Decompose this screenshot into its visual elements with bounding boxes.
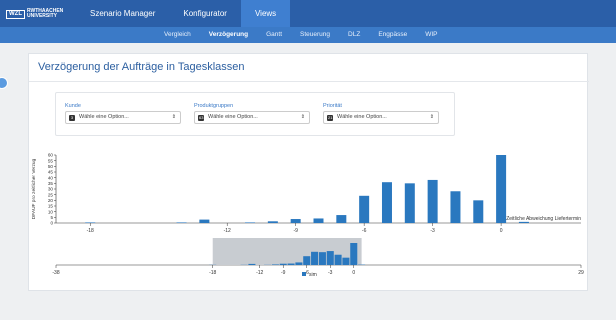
tab-dlz[interactable]: DLZ bbox=[339, 27, 369, 43]
y-axis-title: DFAUF pro zeitlicher Verzug bbox=[31, 158, 37, 219]
topnav-konfigurator[interactable]: Konfigurator bbox=[169, 0, 241, 27]
y-tick-label: 45 bbox=[48, 170, 54, 175]
topnav-views[interactable]: Views bbox=[240, 0, 291, 27]
y-tick-label: 25 bbox=[48, 192, 54, 197]
navigator-bar bbox=[311, 251, 319, 265]
navigator-tick-label: 0 bbox=[352, 270, 355, 276]
tab-vergleich[interactable]: Vergleich bbox=[155, 27, 200, 43]
content-card: Verzögerung der Aufträge in Tagesklassen… bbox=[28, 53, 589, 291]
chart-bar[interactable] bbox=[518, 221, 529, 223]
logo-text: RWTHAACHEN UNIVERSITY bbox=[27, 8, 64, 19]
chart-bar[interactable] bbox=[245, 222, 256, 223]
sidebar-toggle-handle[interactable] bbox=[0, 77, 8, 89]
chart-bar[interactable] bbox=[267, 221, 278, 223]
chart-bar[interactable] bbox=[427, 179, 438, 223]
chart-bar[interactable] bbox=[336, 215, 347, 223]
delay-chart: 051015202530354045505560DFAUF pro zeitli… bbox=[31, 153, 584, 278]
topnav-items: Szenario Manager Konfigurator Views bbox=[76, 0, 291, 27]
tab-steuerung[interactable]: Steuerung bbox=[291, 27, 339, 43]
y-tick-label: 5 bbox=[50, 215, 53, 220]
navigator-bar bbox=[326, 251, 334, 265]
sub-navigation-bar: Vergleich Verzögerung Gantt Steuerung DL… bbox=[0, 27, 616, 43]
subnav-items: Vergleich Verzögerung Gantt Steuerung DL… bbox=[155, 27, 447, 43]
chart-bar[interactable] bbox=[176, 222, 187, 223]
legend-swatch bbox=[302, 272, 306, 276]
navigator-bar bbox=[303, 256, 311, 265]
navigator-tick-label: -12 bbox=[256, 270, 263, 276]
chart-bar[interactable] bbox=[290, 219, 301, 223]
chart-bar[interactable] bbox=[496, 155, 507, 223]
y-tick-label: 20 bbox=[48, 198, 54, 203]
x-axis-title: Zeitliche Abweichung Liefertermin bbox=[506, 216, 581, 222]
chart-bar[interactable] bbox=[381, 182, 392, 223]
chart-bar[interactable] bbox=[473, 200, 484, 223]
navigator-tick-label: 29 bbox=[578, 270, 584, 276]
navigator-bar bbox=[318, 252, 326, 265]
tab-gantt[interactable]: Gantt bbox=[257, 27, 291, 43]
navigator-bar bbox=[342, 257, 350, 265]
top-navigation-bar: WZL RWTHAACHEN UNIVERSITY Szenario Manag… bbox=[0, 0, 616, 27]
navigator-bar bbox=[248, 263, 256, 265]
navigator-tick-label: -9 bbox=[281, 270, 286, 276]
chart-bar[interactable] bbox=[199, 219, 210, 223]
x-tick-label: -12 bbox=[224, 228, 231, 234]
x-tick-label: -3 bbox=[430, 228, 435, 234]
y-tick-label: 35 bbox=[48, 181, 54, 186]
x-tick-label: -18 bbox=[87, 228, 94, 234]
tab-verzoegerung[interactable]: Verzögerung bbox=[200, 27, 257, 43]
chart-bar[interactable] bbox=[313, 218, 324, 223]
navigator-tick-label: -38 bbox=[52, 270, 59, 276]
chart-bar[interactable] bbox=[359, 195, 370, 223]
y-tick-label: 50 bbox=[48, 164, 54, 169]
y-tick-label: 60 bbox=[48, 153, 54, 158]
navigator-bar bbox=[295, 262, 303, 265]
y-tick-label: 40 bbox=[48, 175, 54, 180]
legend-label[interactable]: sim bbox=[309, 272, 317, 278]
y-tick-label: 55 bbox=[48, 158, 54, 163]
navigator-tick-label: -3 bbox=[328, 270, 333, 276]
chart-bar[interactable] bbox=[450, 191, 461, 223]
y-tick-label: 10 bbox=[48, 209, 54, 214]
y-tick-label: 15 bbox=[48, 204, 54, 209]
x-tick-label: -6 bbox=[362, 228, 367, 234]
navigator-bar bbox=[350, 243, 358, 265]
y-tick-label: 0 bbox=[50, 221, 53, 226]
chart-bar[interactable] bbox=[85, 222, 96, 223]
tab-engpaesse[interactable]: Engpässe bbox=[369, 27, 416, 43]
x-tick-label: 0 bbox=[500, 228, 503, 234]
navigator-bar bbox=[271, 264, 279, 265]
navigator-tick-label: -18 bbox=[209, 270, 216, 276]
chart-bar[interactable] bbox=[404, 183, 415, 223]
navigator-bar bbox=[287, 263, 295, 265]
wzl-logo[interactable]: WZL RWTHAACHEN UNIVERSITY bbox=[6, 8, 64, 19]
y-tick-label: 30 bbox=[48, 187, 54, 192]
tab-wip[interactable]: WIP bbox=[416, 27, 446, 43]
x-tick-label: -9 bbox=[293, 228, 298, 234]
logo-box: WZL bbox=[6, 9, 25, 19]
navigator-bar bbox=[279, 263, 287, 265]
navigator-bar bbox=[334, 254, 342, 265]
topnav-szenario-manager[interactable]: Szenario Manager bbox=[76, 0, 169, 27]
